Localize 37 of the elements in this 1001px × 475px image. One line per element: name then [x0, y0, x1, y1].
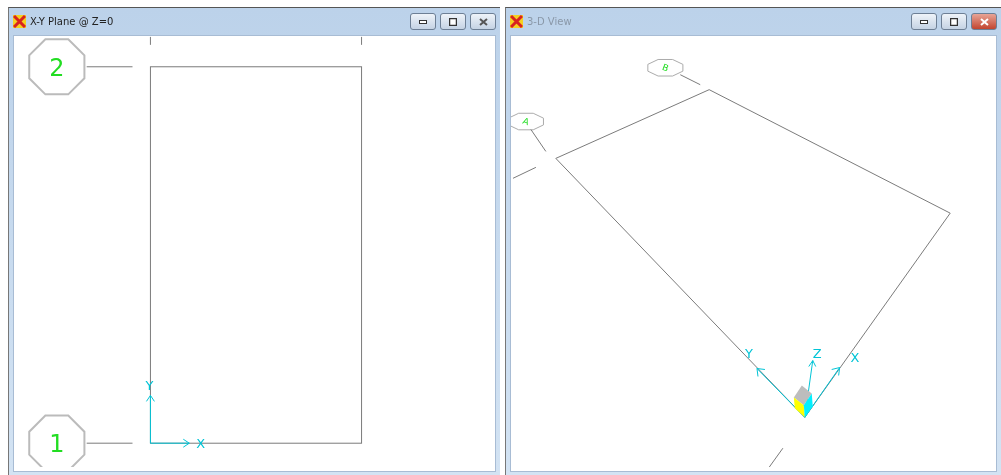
minimize-icon — [419, 19, 427, 24]
app-icon — [13, 15, 26, 28]
minimize-button[interactable] — [410, 13, 436, 30]
maximize-icon — [449, 17, 457, 26]
window-title: 3-D View — [527, 16, 573, 27]
grid-bubble — [28, 38, 86, 96]
maximize-button[interactable] — [440, 13, 466, 30]
close-icon — [478, 17, 488, 26]
axis-label: Y — [145, 378, 154, 394]
axis-label: Z — [812, 345, 822, 361]
grid-label: 1 — [49, 430, 65, 459]
grid-line — [679, 74, 701, 86]
grid-line — [86, 442, 133, 444]
maximize-button[interactable] — [941, 13, 967, 30]
close-button[interactable] — [971, 13, 997, 30]
view-cube-icon — [793, 385, 813, 418]
grid-bubble — [511, 112, 544, 131]
grid-line — [149, 36, 151, 46]
grid-bubble — [647, 59, 684, 77]
grid-label: A — [521, 115, 531, 128]
axis-label: X — [850, 349, 860, 365]
axis-label: X — [196, 436, 206, 452]
axis-label: Y — [745, 345, 753, 361]
grid-label: 2 — [49, 53, 65, 82]
window-title: X-Y Plane @ Z=0 — [30, 16, 115, 27]
close-icon — [979, 17, 989, 26]
grid-label: B — [660, 62, 670, 74]
grid-line — [530, 129, 547, 152]
minimize-button[interactable] — [911, 13, 937, 30]
grid-line — [512, 166, 537, 179]
grid-line — [361, 36, 363, 46]
grid-line — [86, 66, 133, 68]
maximize-icon — [950, 17, 958, 26]
close-button[interactable] — [470, 13, 496, 30]
app-icon — [510, 15, 523, 28]
minimize-icon — [920, 19, 928, 24]
grid-bubble — [28, 414, 86, 467]
